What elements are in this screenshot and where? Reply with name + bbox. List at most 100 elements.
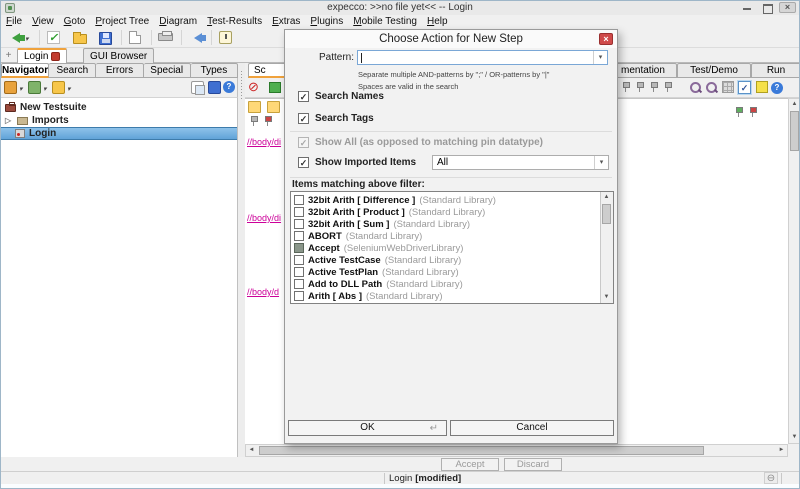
step-link[interactable]: //body/di (247, 213, 285, 223)
tab-status-icon[interactable] (51, 52, 60, 61)
help-icon[interactable]: ? (223, 81, 235, 93)
dialog-close-button[interactable]: × (599, 33, 613, 45)
open-file-button[interactable] (71, 30, 91, 46)
menu-goto[interactable]: Goto (59, 16, 91, 27)
ok-button[interactable]: OK ↵ (288, 420, 447, 436)
back-button[interactable]: ▾ (5, 30, 35, 46)
chevron-down-icon[interactable]: ▾ (43, 85, 47, 93)
item-checkbox[interactable] (294, 291, 304, 301)
menu-test-results[interactable]: Test-Results (202, 16, 267, 27)
copy-icon[interactable] (191, 81, 204, 94)
list-item[interactable]: Active TestPlan(Standard Library) (291, 266, 600, 278)
step-link[interactable]: //body/d (247, 287, 285, 297)
tree-item-imports[interactable]: ▷ Imports (1, 114, 237, 127)
apply-button[interactable]: ✓ (45, 30, 65, 46)
imported-filter-select[interactable]: All ▾ (432, 155, 609, 170)
help-icon[interactable]: ? (771, 82, 783, 94)
scroll-down-icon[interactable]: ▼ (789, 432, 800, 443)
menu-help[interactable]: Help (422, 16, 453, 27)
maximize-button[interactable] (759, 2, 776, 13)
chevron-down-icon[interactable]: ▾ (25, 35, 29, 43)
pin-green-icon[interactable] (734, 107, 743, 119)
pattern-input[interactable]: ▾ (357, 50, 608, 65)
menu-view[interactable]: View (27, 16, 59, 27)
pin-red-icon[interactable] (748, 107, 757, 119)
pin-icon[interactable] (249, 116, 258, 128)
scroll-thumb[interactable] (602, 204, 611, 224)
scroll-up-icon[interactable]: ▲ (789, 99, 800, 110)
combo-dropdown-icon[interactable]: ▾ (594, 156, 608, 169)
list-item[interactable]: ABORT(Standard Library) (291, 230, 600, 242)
menu-diagram[interactable]: Diagram (154, 16, 202, 27)
pin-icon[interactable] (663, 82, 672, 94)
scroll-up-icon[interactable]: ▲ (601, 192, 612, 203)
expander-icon[interactable]: ▷ (5, 116, 13, 125)
search-tags-row[interactable]: ✓ Search Tags (298, 113, 374, 124)
item-checkbox[interactable] (294, 207, 304, 217)
cancel-button[interactable]: Cancel (450, 420, 614, 436)
list-item[interactable]: Add to DLL Path(Standard Library) (291, 278, 600, 290)
toggle-checkbox-icon[interactable]: ✓ (738, 81, 751, 94)
item-checkbox[interactable] (294, 255, 304, 265)
new-window-button[interactable] (127, 30, 147, 46)
item-checkbox[interactable] (294, 267, 304, 277)
tree-item-testsuite[interactable]: New Testsuite (1, 101, 237, 114)
scroll-right-icon[interactable]: ► (776, 445, 787, 456)
new-folder-icon[interactable] (52, 81, 65, 94)
list-scrollbar[interactable]: ▲ ▼ (600, 192, 613, 303)
tab-gui-browser[interactable]: GUI Browser (83, 48, 154, 63)
tab-special[interactable]: Special (144, 63, 191, 78)
menu-project-tree[interactable]: Project Tree (90, 16, 154, 27)
grid-icon[interactable] (722, 81, 734, 93)
scroll-thumb[interactable] (790, 111, 799, 151)
pin-icon[interactable] (635, 82, 644, 94)
vertical-scrollbar[interactable]: ▲ ▼ (788, 98, 800, 444)
action-list[interactable]: 32bit Arith [ Difference ](Standard Libr… (290, 191, 614, 304)
load-schema-icon[interactable] (248, 101, 261, 113)
menu-file[interactable]: File (1, 16, 27, 27)
save-tree-icon[interactable] (208, 81, 221, 94)
note-icon[interactable] (756, 81, 768, 93)
tab-errors[interactable]: Errors (96, 63, 143, 78)
accept-button[interactable]: Accept (441, 458, 499, 471)
tab-navigator[interactable]: Navigator (1, 63, 49, 78)
pin-icon[interactable] (621, 82, 630, 94)
history-button[interactable] (217, 30, 237, 46)
stop-icon[interactable]: ⊘ (248, 80, 259, 94)
scroll-left-icon[interactable]: ◄ (246, 445, 257, 456)
scroll-thumb[interactable] (259, 446, 704, 455)
chevron-down-icon[interactable]: ▾ (67, 85, 71, 93)
search-names-row[interactable]: ✓ Search Names (298, 91, 384, 102)
item-checkbox[interactable] (294, 219, 304, 229)
chevron-down-icon[interactable]: ▾ (19, 85, 23, 93)
status-pause-icon[interactable]: ⊖ (764, 472, 778, 484)
horizontal-scrollbar[interactable]: ◄ ► (245, 444, 788, 457)
list-item[interactable]: 32bit Arith [ Difference ](Standard Libr… (291, 194, 600, 206)
menu-extras[interactable]: Extras (267, 16, 305, 27)
tab-run[interactable]: Run (751, 63, 800, 78)
discard-button[interactable]: Discard (504, 458, 562, 471)
zoom-out-icon[interactable] (705, 81, 718, 94)
tab-search[interactable]: Search (49, 63, 96, 78)
list-item[interactable]: Arith [ Abs ](Standard Library) (291, 290, 600, 302)
new-item-icon[interactable] (4, 81, 17, 94)
tab-types[interactable]: Types (191, 63, 238, 78)
list-item[interactable]: Accept(SeleniumWebDriverLibrary) (291, 242, 600, 254)
item-checkbox[interactable] (294, 231, 304, 241)
show-imported-row[interactable]: ✓ Show Imported Items (298, 157, 416, 168)
tab-test-demo[interactable]: Test/Demo (677, 63, 751, 78)
tree-item-login[interactable]: Login (1, 127, 237, 140)
search-names-checkbox[interactable]: ✓ (298, 91, 309, 102)
item-checkbox[interactable] (294, 195, 304, 205)
show-imported-checkbox[interactable]: ✓ (298, 157, 309, 168)
tab-documentation[interactable]: mentation (615, 63, 677, 78)
scroll-down-icon[interactable]: ▼ (601, 292, 612, 303)
list-item[interactable]: 32bit Arith [ Product ](Standard Library… (291, 206, 600, 218)
run-icon[interactable] (269, 82, 281, 93)
undo-button[interactable] (187, 30, 207, 46)
list-item[interactable]: Active TestCase(Standard Library) (291, 254, 600, 266)
menu-plugins[interactable]: Plugins (305, 16, 348, 27)
step-link[interactable]: //body/di (247, 137, 285, 147)
pin-red-icon[interactable] (263, 116, 272, 128)
zoom-in-icon[interactable] (689, 81, 702, 94)
